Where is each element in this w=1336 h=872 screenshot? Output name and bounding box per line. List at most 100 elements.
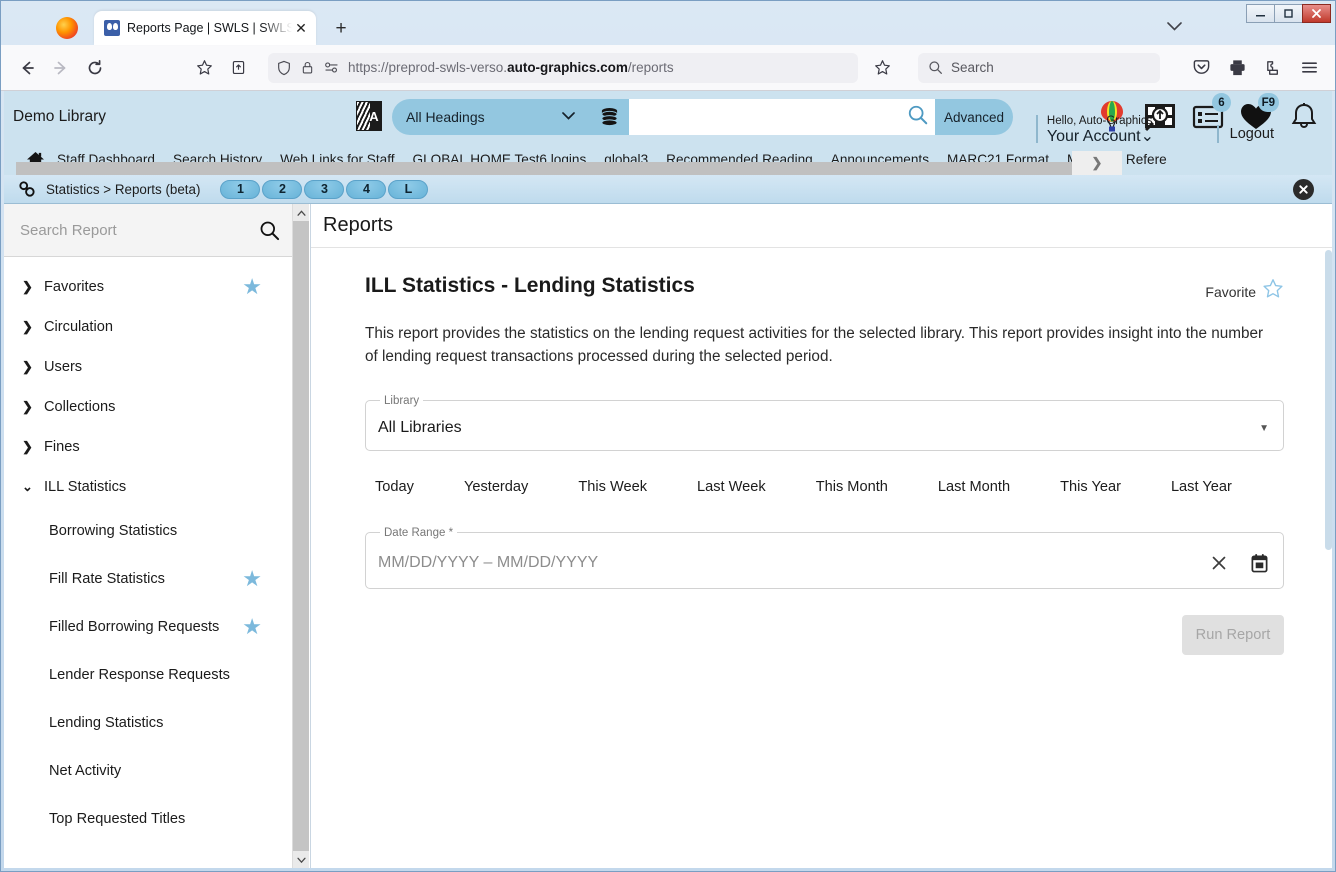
save-to-pocket-icon[interactable] xyxy=(222,53,254,83)
library-select-legend: Library xyxy=(384,394,420,407)
star-outline-icon[interactable] xyxy=(1262,278,1284,305)
sidebar-group-users[interactable]: ❯ Users xyxy=(4,347,292,387)
star-filled-icon[interactable]: ★ xyxy=(242,276,262,298)
session-pill-2[interactable]: 2 xyxy=(262,179,303,199)
hamburger-menu-icon[interactable] xyxy=(1293,53,1325,83)
run-report-button[interactable]: Run Report xyxy=(1182,614,1284,655)
sidebar-group-label: Favorites xyxy=(44,279,105,295)
sidebar-item-lending-statistics[interactable]: Lending Statistics xyxy=(4,699,292,747)
permissions-icon[interactable] xyxy=(323,60,340,75)
sidebar-group-favorites[interactable]: ❯ Favorites ★ xyxy=(4,267,292,307)
search-report-input[interactable] xyxy=(18,220,259,240)
chevron-right-icon: ❯ xyxy=(22,279,33,294)
browser-tab[interactable]: Reports Page | SWLS | SWLS | Au ✕ xyxy=(94,11,316,45)
star-filled-icon[interactable]: ★ xyxy=(242,568,262,590)
sidebar-item-label: Fill Rate Statistics xyxy=(49,571,165,587)
sidebar-group-circulation[interactable]: ❯ Circulation xyxy=(4,307,292,347)
quick-range-this-month[interactable]: This Month xyxy=(816,473,888,501)
session-pill-1[interactable]: 1 xyxy=(220,179,261,199)
library-select[interactable]: Library All Libraries ▼ xyxy=(365,394,1284,451)
search-icon[interactable] xyxy=(259,220,280,241)
reload-button-icon[interactable] xyxy=(79,53,111,83)
bookmark-star-icon[interactable] xyxy=(188,53,220,83)
sidebar-scroll-thumb[interactable] xyxy=(293,221,309,851)
headings-select[interactable]: All Headings xyxy=(392,99,589,135)
logout-label: Logout xyxy=(1229,126,1274,142)
quick-range-tabs: Today Yesterday This Week Last Week This… xyxy=(365,473,1284,501)
main-scroll-thumb[interactable] xyxy=(1325,250,1332,550)
minimize-button[interactable] xyxy=(1246,4,1275,23)
quick-range-this-week[interactable]: This Week xyxy=(578,473,647,501)
close-icon[interactable] xyxy=(1293,179,1314,200)
sidebar-group-collections[interactable]: ❯ Collections xyxy=(4,387,292,427)
search-icon[interactable] xyxy=(907,104,929,131)
maximize-button[interactable] xyxy=(1274,4,1303,23)
tab-close-icon[interactable]: ✕ xyxy=(292,19,310,37)
address-bookmark-star-icon[interactable] xyxy=(868,56,896,80)
quick-range-today[interactable]: Today xyxy=(375,473,414,501)
sidebar-scrollbar[interactable] xyxy=(292,204,309,868)
print-icon[interactable] xyxy=(1221,53,1253,83)
nav-horizontal-scrollbar[interactable] xyxy=(16,162,1072,175)
quick-range-last-week[interactable]: Last Week xyxy=(697,473,766,501)
sidebar-group-fines[interactable]: ❯ Fines xyxy=(4,427,292,467)
star-filled-icon[interactable]: ★ xyxy=(242,616,262,638)
favorite-toggle[interactable]: Favorite xyxy=(1205,274,1284,305)
app-nav-menu: Staff Dashboard Search History Web Links… xyxy=(4,143,1332,175)
sidebar-item-label: Lender Response Requests xyxy=(49,667,230,683)
main-scrollbar[interactable] xyxy=(1325,248,1332,868)
session-pill-4[interactable]: 4 xyxy=(346,179,387,199)
sidebar-group-ill-statistics[interactable]: ⌄ ILL Statistics xyxy=(4,467,292,507)
sidebar-item-fill-rate-statistics[interactable]: Fill Rate Statistics ★ xyxy=(4,555,292,603)
calendar-icon[interactable] xyxy=(1250,553,1269,573)
extensions-icon[interactable] xyxy=(1257,53,1289,83)
account-menu[interactable]: Hello, Auto-Graphics Your Account⌄ xyxy=(1035,115,1154,146)
verso-application: Demo Library A All Headings Advanced 6 F… xyxy=(4,91,1332,868)
sidebar-item-net-activity[interactable]: Net Activity xyxy=(4,747,292,795)
database-icon[interactable] xyxy=(589,99,629,135)
chevron-right-icon: ❯ xyxy=(22,399,33,414)
logout-button[interactable]: Logout xyxy=(1216,125,1274,143)
breadcrumb-bar: Statistics > Reports (beta) 1 2 3 4 L xyxy=(4,175,1332,204)
favorites-badge: F9 xyxy=(1257,93,1279,112)
sidebar-group-label: Fines xyxy=(44,439,80,455)
forward-button-icon[interactable] xyxy=(45,53,77,83)
quick-range-last-year[interactable]: Last Year xyxy=(1171,473,1232,501)
browser-search-bar[interactable]: Search xyxy=(918,52,1160,83)
close-window-button[interactable] xyxy=(1302,4,1331,23)
pocket-save-icon[interactable] xyxy=(1185,53,1217,83)
sidebar-item-lender-response-requests[interactable]: Lender Response Requests xyxy=(4,651,292,699)
new-tab-button[interactable]: + xyxy=(330,17,352,39)
language-toggle-icon[interactable]: A xyxy=(356,101,382,131)
session-pill-l[interactable]: L xyxy=(388,179,429,199)
sidebar-group-label: Users xyxy=(44,359,83,375)
sidebar-item-label: Top Requested Titles xyxy=(49,811,186,827)
account-greeting: Hello, Auto-Graphics xyxy=(1046,115,1153,127)
window-controls xyxy=(1246,4,1331,23)
quick-range-last-month[interactable]: Last Month xyxy=(938,473,1010,501)
quick-range-yesterday[interactable]: Yesterday xyxy=(464,473,528,501)
link-chain-icon xyxy=(18,180,37,198)
sidebar-item-top-requested-titles[interactable]: Top Requested Titles xyxy=(4,795,292,843)
clear-date-icon[interactable] xyxy=(1210,554,1228,572)
session-pill-3[interactable]: 3 xyxy=(304,179,345,199)
advanced-search-button[interactable]: Advanced xyxy=(935,99,1013,135)
quick-range-this-year[interactable]: This Year xyxy=(1060,473,1121,501)
firefox-logo-icon xyxy=(56,17,78,39)
scroll-up-arrow-icon[interactable] xyxy=(293,204,309,221)
scroll-down-arrow-icon[interactable] xyxy=(293,851,309,868)
address-bar[interactable]: https://preprod-swls-verso.auto-graphics… xyxy=(268,52,890,83)
list-all-tabs-chevron-down-icon[interactable] xyxy=(1163,15,1185,37)
sidebar-item-borrowing-statistics[interactable]: Borrowing Statistics xyxy=(4,507,292,555)
sidebar-item-filled-borrowing-requests[interactable]: Filled Borrowing Requests ★ xyxy=(4,603,292,651)
sidebar-item-label: Net Activity xyxy=(49,763,122,779)
bell-icon[interactable] xyxy=(1282,95,1326,139)
report-pane: ILL Statistics - Lending Statistics Favo… xyxy=(311,248,1332,655)
back-button-icon[interactable] xyxy=(11,53,43,83)
date-range-wrapper: Date Range * MM/DD/YYYY – MM/DD/YYYY xyxy=(365,526,1284,589)
catalog-search-input[interactable] xyxy=(629,99,935,135)
date-range-field[interactable]: Date Range * MM/DD/YYYY – MM/DD/YYYY xyxy=(365,526,1284,589)
nav-scroll-right-button[interactable]: ❯ xyxy=(1072,151,1122,175)
report-title-row: ILL Statistics - Lending Statistics Favo… xyxy=(365,274,1284,305)
sidebar-item-label: Borrowing Statistics xyxy=(49,523,178,539)
